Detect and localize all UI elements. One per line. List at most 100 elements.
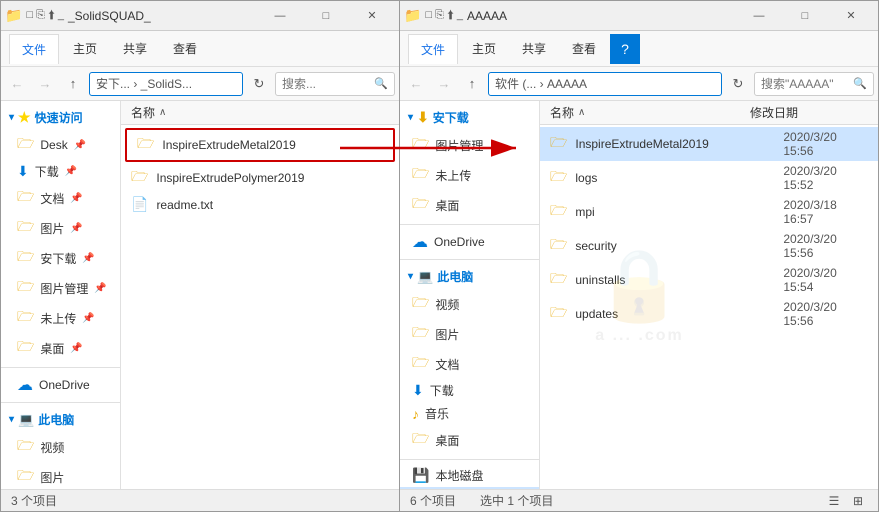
right-file-item-security[interactable]: 🗁 security 2020/3/20 15:56 [540, 229, 878, 263]
right-up-button[interactable]: ↑ [460, 72, 484, 96]
right-view-large-button[interactable]: ⊞ [848, 491, 868, 511]
left-file-item-polymer[interactable]: 🗁 InspireExtrudePolymer2019 [121, 163, 399, 193]
left-nav-video[interactable]: 🗁 视频 [1, 432, 120, 462]
right-help-button[interactable]: ? [610, 34, 640, 64]
right-file-item-logs[interactable]: 🗁 logs 2020/3/20 15:52 [540, 161, 878, 195]
left-file-item-metal[interactable]: 🗁 InspireExtrudeMetal2019 [125, 128, 395, 162]
right-logs-filename: logs [575, 171, 775, 185]
right-address-field[interactable]: 软件 (... › AAAAA [488, 72, 722, 96]
left-unsync-pin-icon: 📌 [82, 313, 94, 324]
left-address-field[interactable]: 安下... › _SolidS... [89, 72, 243, 96]
right-nav-desktop[interactable]: 🗁 桌面 [400, 190, 539, 220]
left-nav-andownload[interactable]: 🗁 安下载 📌 [1, 243, 120, 273]
right-tab-file[interactable]: 文件 [408, 34, 458, 64]
right-nav-desktop2[interactable]: 🗁 桌面 [400, 425, 539, 455]
left-forward-button[interactable]: → [33, 72, 57, 96]
left-title-decorative: □ ⎘ ⬆ _ [26, 9, 64, 22]
right-doc-icon: 🗁 [412, 352, 429, 376]
right-title-left: 📁 □ ⎘ ⬆ _ AAAAA [404, 7, 507, 24]
left-minimize-button[interactable]: — [257, 1, 303, 31]
right-col-name-header[interactable]: 名称 ∧ [550, 104, 750, 121]
right-sort-arrow: ∧ [578, 107, 585, 118]
right-uninstalls-filename: uninstalls [575, 273, 775, 287]
right-nav-localdisk[interactable]: 💾 本地磁盘 [400, 464, 539, 487]
right-address-bar: ← → ↑ 软件 (... › AAAAA ↻ 🔍 [400, 67, 878, 101]
left-search-input[interactable] [282, 77, 374, 91]
left-nav-unsync[interactable]: 🗁 未上传 📌 [1, 303, 120, 333]
right-close-button[interactable]: ✕ [828, 1, 874, 31]
left-picmgr-label: 图片管理 [40, 280, 88, 297]
right-divider-1 [400, 224, 539, 225]
left-nav-download[interactable]: ⬇ 下载 📌 [1, 160, 120, 183]
right-logs-date: 2020/3/20 15:52 [783, 164, 868, 192]
right-col-date-header[interactable]: 修改日期 [750, 104, 868, 121]
left-nav-doc[interactable]: 🗁 文档 📌 [1, 183, 120, 213]
left-col-name-header[interactable]: 名称 ∧ [131, 104, 389, 121]
right-thispc-label: 此电脑 [437, 268, 473, 285]
left-divider-1 [1, 367, 120, 368]
left-doc-folder-icon: 🗁 [17, 186, 34, 210]
right-minimize-button[interactable]: — [736, 1, 782, 31]
left-tab-view[interactable]: 查看 [161, 34, 209, 63]
right-file-item-updates[interactable]: 🗁 updates 2020/3/20 15:56 [540, 297, 878, 331]
right-view-details-button[interactable]: ☰ [824, 491, 844, 511]
right-desktop-label: 桌面 [435, 197, 459, 214]
right-nav-unsync[interactable]: 🗁 未上传 [400, 160, 539, 190]
right-file-item-mpi[interactable]: 🗁 mpi 2020/3/18 16:57 [540, 195, 878, 229]
left-nav-onedrive[interactable]: ☁ OneDrive [1, 372, 120, 398]
left-ribbon: 文件 主页 共享 查看 [1, 31, 399, 67]
left-onedrive-icon: ☁ [17, 375, 33, 395]
right-nav-pic[interactable]: 🗁 图片 [400, 319, 539, 349]
right-tab-share[interactable]: 共享 [510, 34, 558, 63]
right-maximize-button[interactable]: □ [782, 1, 828, 31]
right-file-item-uninstalls[interactable]: 🗁 uninstalls 2020/3/20 15:54 [540, 263, 878, 297]
right-window-controls: — □ ✕ [736, 1, 874, 31]
left-back-button[interactable]: ← [5, 72, 29, 96]
left-search-field[interactable]: 🔍 [275, 72, 395, 96]
right-onedrive-icon: ☁ [412, 232, 428, 252]
right-nav-video[interactable]: 🗁 视频 [400, 289, 539, 319]
right-nav-doc[interactable]: 🗁 文档 [400, 349, 539, 379]
right-dl-label: 下载 [430, 382, 454, 399]
left-polymer-folder-icon: 🗁 [131, 166, 148, 190]
left-doc-label: 文档 [40, 190, 64, 207]
left-tab-share[interactable]: 共享 [111, 34, 159, 63]
left-address-path: 安下... › _SolidS... [96, 75, 192, 92]
right-back-button[interactable]: ← [404, 72, 428, 96]
left-nav-desk[interactable]: 🗁 Desk 📌 [1, 130, 120, 160]
right-metal-date: 2020/3/20 15:56 [783, 130, 868, 158]
left-tab-home[interactable]: 主页 [61, 34, 109, 63]
right-thispc-header[interactable]: ▾ 💻 此电脑 [400, 264, 539, 289]
right-divider-3 [400, 459, 539, 460]
right-thispc-toggle: ▾ [408, 271, 413, 282]
left-quick-access-header[interactable]: ▾ ★ 快速访问 [1, 105, 120, 130]
right-andownload-section: ▾ ⬇ 安下载 🗁 图片管理 🗁 未上传 🗁 桌面 [400, 105, 539, 220]
left-file-item-readme[interactable]: 📄 readme.txt [121, 193, 399, 216]
left-refresh-button[interactable]: ↻ [247, 72, 271, 96]
left-nav-picture[interactable]: 🗁 图片 📌 [1, 213, 120, 243]
right-nav-dl[interactable]: ⬇ 下载 [400, 379, 539, 402]
right-nav-picmgr[interactable]: 🗁 图片管理 [400, 130, 539, 160]
right-search-input[interactable] [761, 77, 853, 91]
left-doc-pin-icon: 📌 [70, 193, 82, 204]
right-onedrive-section: ☁ OneDrive [400, 229, 539, 255]
left-close-button[interactable]: ✕ [349, 1, 395, 31]
right-nav-music[interactable]: ♪ 音乐 [400, 402, 539, 425]
left-thispc-header[interactable]: ▾ 💻 此电脑 [1, 407, 120, 432]
right-tab-home[interactable]: 主页 [460, 34, 508, 63]
left-nav-desktop[interactable]: 🗁 桌面 📌 [1, 333, 120, 363]
left-nav-pic2[interactable]: 🗁 图片 [1, 462, 120, 489]
right-forward-button[interactable]: → [432, 72, 456, 96]
left-up-button[interactable]: ↑ [61, 72, 85, 96]
right-refresh-button[interactable]: ↻ [726, 72, 750, 96]
right-andownload-header[interactable]: ▾ ⬇ 安下载 [400, 105, 539, 130]
right-file-item-metal[interactable]: 🗁 InspireExtrudeMetal2019 2020/3/20 15:5… [540, 127, 878, 161]
left-unsync-label: 未上传 [40, 310, 76, 327]
right-tab-view[interactable]: 查看 [560, 34, 608, 63]
right-localdisk-icon: 💾 [412, 467, 429, 484]
left-tab-file[interactable]: 文件 [9, 34, 59, 64]
left-maximize-button[interactable]: □ [303, 1, 349, 31]
left-nav-picmgr[interactable]: 🗁 图片管理 📌 [1, 273, 120, 303]
right-nav-onedrive[interactable]: ☁ OneDrive [400, 229, 539, 255]
right-search-field[interactable]: 🔍 [754, 72, 874, 96]
